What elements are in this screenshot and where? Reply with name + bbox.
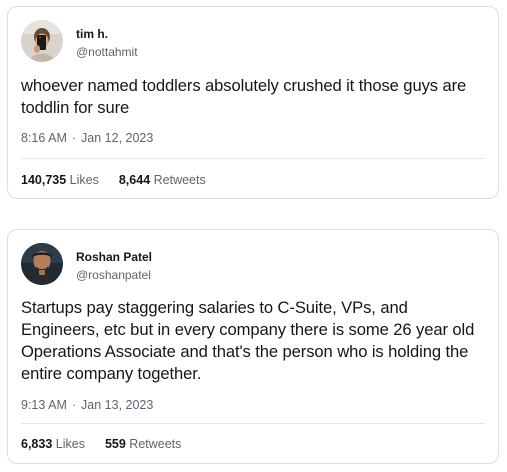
likes-label: Likes: [69, 173, 99, 187]
tweet-card[interactable]: Roshan Patel @roshanpatel Startups pay s…: [7, 229, 499, 464]
retweets-label: Retweets: [153, 173, 206, 187]
profile-photo-icon[interactable]: [21, 243, 63, 285]
user-handle[interactable]: @nottahmit: [76, 45, 138, 59]
likes-stat[interactable]: 140,735 Likes: [21, 173, 99, 187]
meta-separator: ·: [71, 398, 77, 412]
retweets-count: 559: [104, 437, 126, 451]
tweet-time: 8:16 AM: [21, 131, 67, 145]
tweet-text: Startups pay staggering salaries to C-Su…: [21, 298, 475, 383]
likes-label: Likes: [55, 437, 85, 451]
profile-photo-icon[interactable]: [21, 20, 63, 62]
divider: [21, 423, 485, 424]
display-name[interactable]: tim h.: [76, 27, 108, 41]
tweet-timestamp[interactable]: 9:13 AM · Jan 13, 2023: [21, 398, 153, 412]
meta-separator: ·: [71, 131, 77, 145]
retweets-stat[interactable]: 559 Retweets: [105, 437, 181, 451]
user-handle[interactable]: @roshanpatel: [76, 268, 151, 282]
retweets-count: 8,644: [118, 173, 151, 187]
likes-stat[interactable]: 6,833 Likes: [21, 437, 85, 451]
tweet-stats: 6,833 Likes 559 Retweets: [21, 437, 181, 451]
tweet-date: Jan 12, 2023: [81, 131, 154, 145]
tweet-stats: 140,735 Likes 8,644 Retweets: [21, 173, 206, 187]
tweet-card[interactable]: tim h. @nottahmit whoever named toddlers…: [7, 6, 499, 199]
tweet-timestamp[interactable]: 8:16 AM · Jan 12, 2023: [21, 131, 153, 145]
tweet-screenshots: tim h. @nottahmit whoever named toddlers…: [0, 0, 507, 472]
divider: [21, 158, 485, 159]
likes-count: 6,833: [21, 437, 53, 451]
display-name[interactable]: Roshan Patel: [76, 250, 152, 264]
tweet-date: Jan 13, 2023: [81, 398, 154, 412]
tweet-text: whoever named toddlers absolutely crushe…: [21, 76, 467, 117]
likes-count: 140,735: [21, 173, 67, 187]
retweets-stat[interactable]: 8,644 Retweets: [119, 173, 206, 187]
retweets-label: Retweets: [129, 437, 182, 451]
tweet-time: 9:13 AM: [21, 398, 67, 412]
